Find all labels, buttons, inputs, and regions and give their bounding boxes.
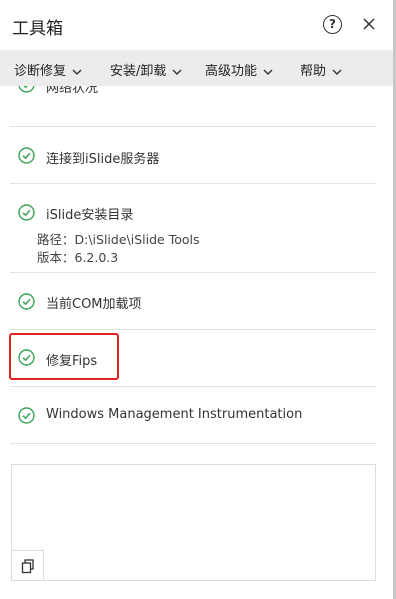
check-item-label: 当前COM加载项 bbox=[46, 297, 142, 312]
help-button[interactable]: ? bbox=[323, 15, 342, 34]
title-bar: 工具箱 ? bbox=[0, 0, 396, 50]
check-circle-icon bbox=[18, 407, 35, 424]
chevron-down-icon bbox=[172, 69, 182, 75]
copy-icon bbox=[21, 559, 34, 574]
copy-button[interactable] bbox=[11, 550, 44, 581]
menu-install-uninstall[interactable]: 安装/卸载 bbox=[110, 60, 182, 79]
menu-bar: 诊断修复 安装/卸载 高级功能 帮助 bbox=[0, 50, 396, 86]
chevron-down-icon bbox=[72, 69, 82, 75]
menu-help[interactable]: 帮助 bbox=[300, 60, 342, 79]
close-icon bbox=[363, 18, 375, 30]
check-item-label: iSlide安装目录 bbox=[46, 208, 134, 223]
menu-label: 诊断修复 bbox=[14, 64, 67, 79]
chevron-down-icon bbox=[263, 69, 273, 75]
check-item-label: 网络状况 bbox=[46, 86, 99, 96]
menu-advanced[interactable]: 高级功能 bbox=[205, 60, 273, 79]
menu-label: 帮助 bbox=[300, 64, 327, 79]
check-item-network: 网络状况 bbox=[10, 86, 376, 127]
check-item-label: 连接到iSlide服务器 bbox=[46, 152, 160, 167]
window-title: 工具箱 bbox=[12, 19, 63, 39]
output-textarea[interactable] bbox=[11, 464, 376, 581]
install-version: 版本：6.2.0.3 bbox=[37, 250, 119, 265]
check-item-com-addins: 当前COM加载项 bbox=[10, 273, 376, 330]
menu-label: 高级功能 bbox=[205, 64, 258, 79]
check-item-server: 连接到iSlide服务器 bbox=[10, 127, 376, 184]
chevron-down-icon bbox=[332, 69, 342, 75]
check-circle-icon bbox=[18, 147, 35, 164]
highlight-box bbox=[9, 333, 119, 380]
check-list: 网络状况 连接到iSlide服务器 iSlide安装目录 路径：D:\iSlid… bbox=[0, 86, 396, 446]
menu-label: 安装/卸载 bbox=[110, 64, 167, 79]
check-item-wmi: Windows Management Instrumentation bbox=[10, 387, 376, 444]
check-item-label: Windows Management Instrumentation bbox=[46, 407, 303, 422]
check-circle-icon bbox=[18, 204, 35, 221]
close-button[interactable] bbox=[360, 15, 378, 33]
install-path: 路径：D:\iSlide\iSlide Tools bbox=[37, 232, 200, 247]
question-circle-icon: ? bbox=[329, 17, 336, 31]
check-item-install-dir: iSlide安装目录 路径：D:\iSlide\iSlide Tools 版本：… bbox=[10, 184, 376, 273]
check-circle-icon bbox=[18, 86, 35, 93]
check-circle-icon bbox=[18, 293, 35, 310]
menu-diagnose-repair[interactable]: 诊断修复 bbox=[14, 60, 82, 79]
